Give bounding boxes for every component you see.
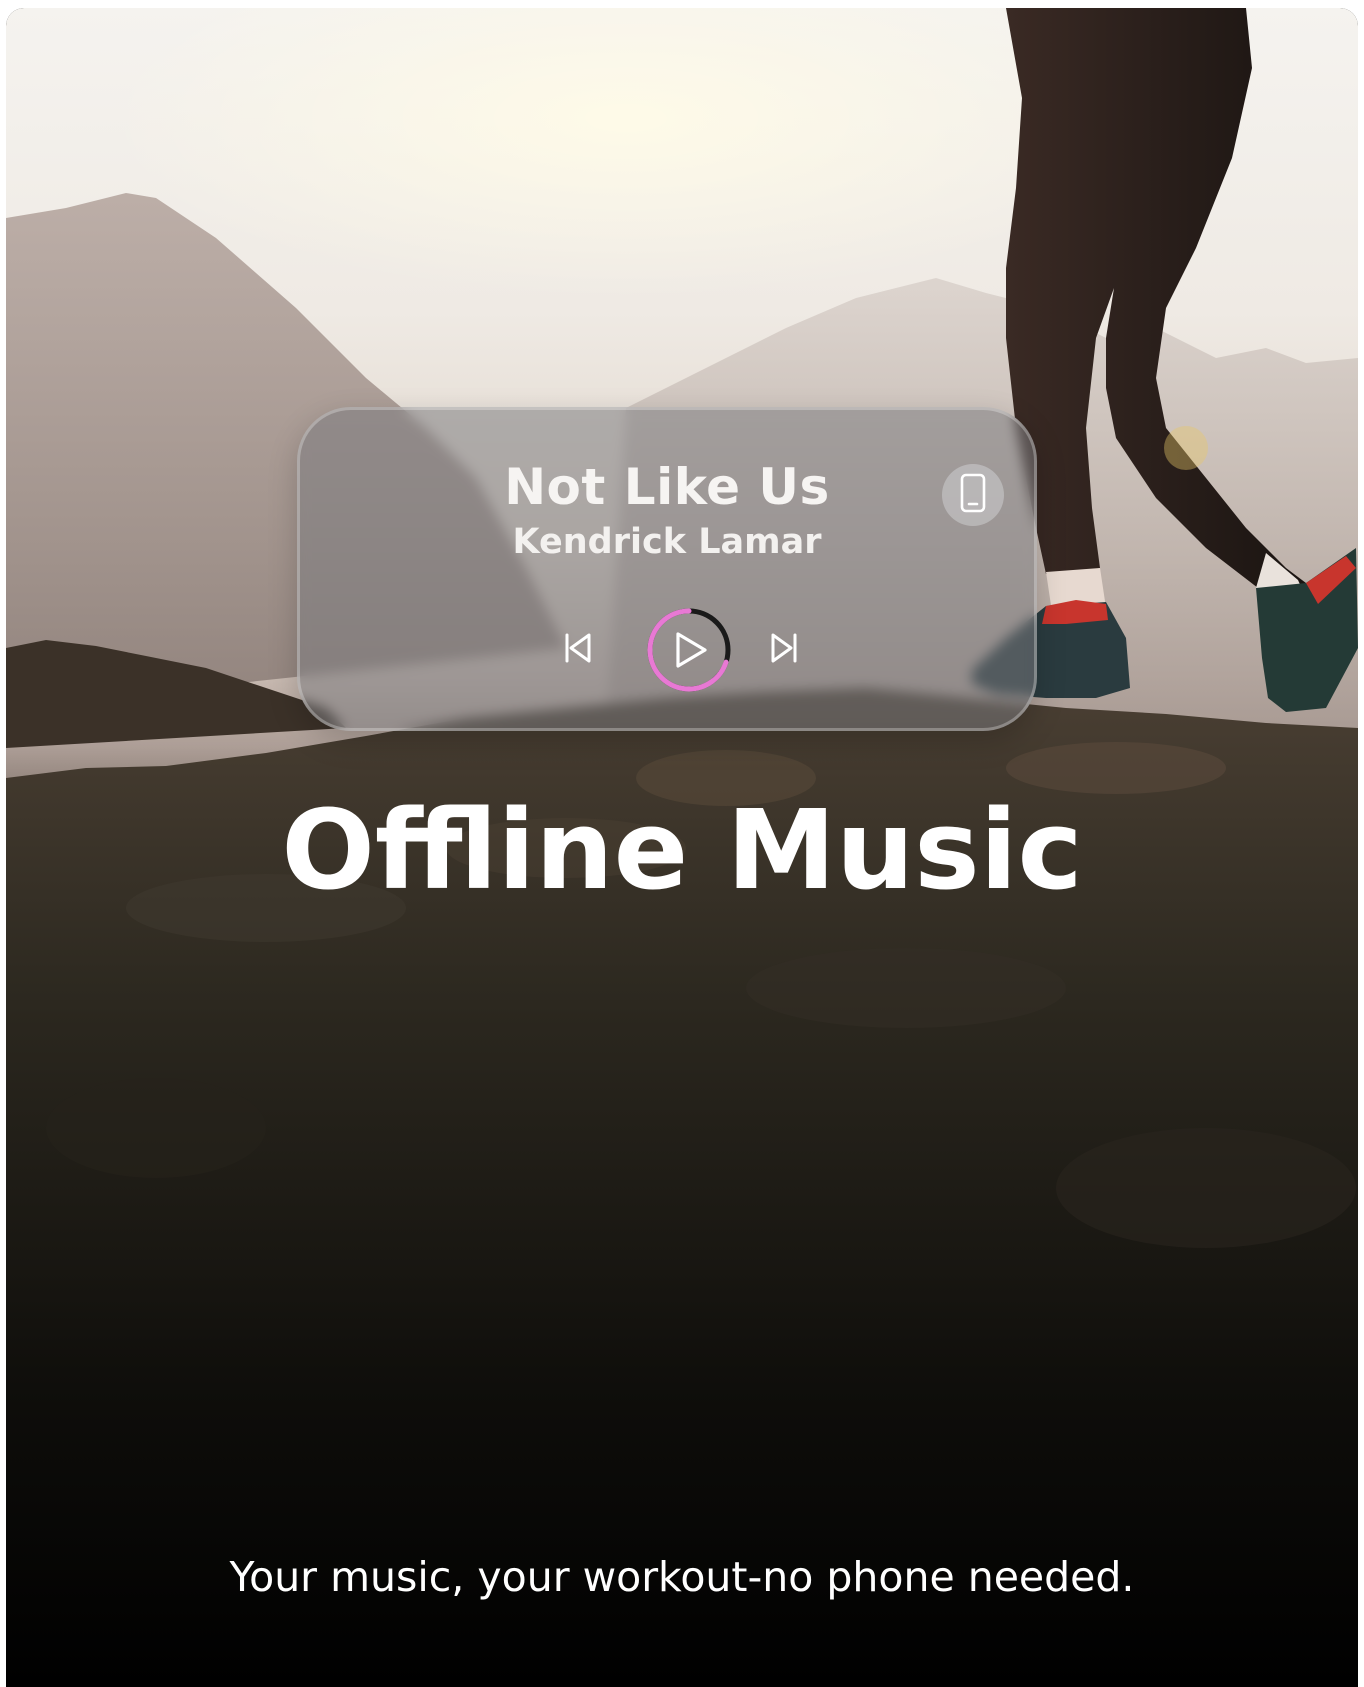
now-playing-widget: Not Like Us Kendrick Lamar [297,407,1037,731]
skip-next-icon [767,631,801,669]
playback-controls [300,410,1034,728]
hero-headline: Offline Music [281,786,1083,914]
play-icon [676,632,707,668]
hero-tagline: Your music, your workout-no phone needed… [229,1553,1135,1601]
skip-previous-icon [561,631,595,669]
previous-button[interactable] [556,628,600,672]
hero-banner: Not Like Us Kendrick Lamar Offline Music… [6,8,1358,1687]
play-button[interactable] [645,606,733,694]
progress-ring [647,608,731,692]
next-button[interactable] [762,628,806,672]
